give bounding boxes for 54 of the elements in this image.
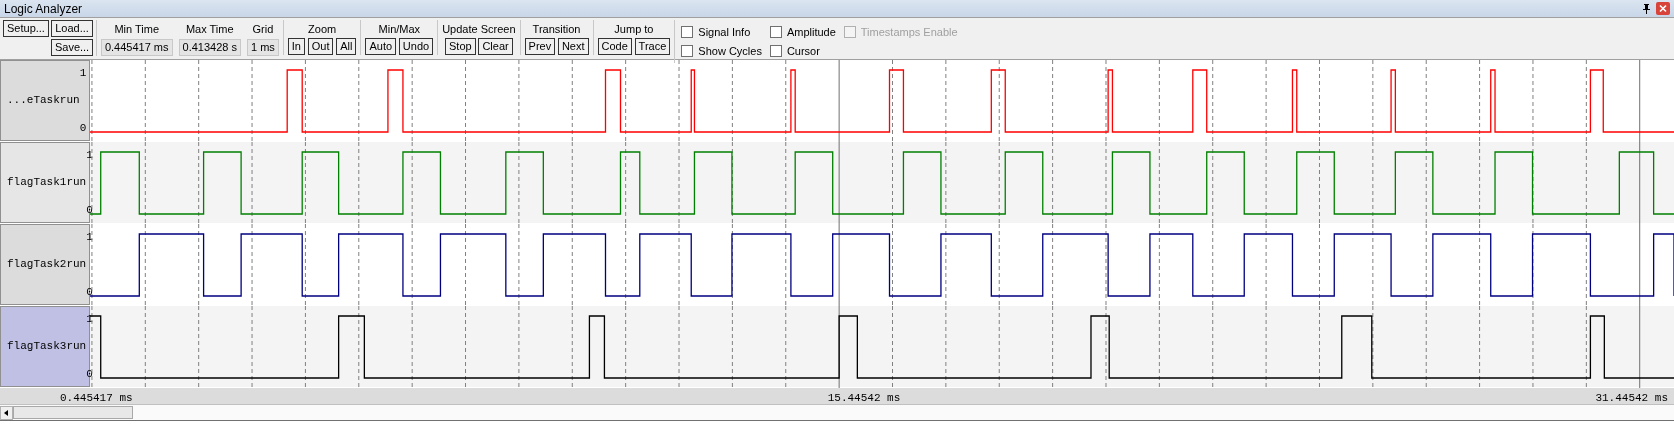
field-label: Max Time: [185, 22, 234, 36]
toolbar-button[interactable]: Setup...: [3, 20, 49, 37]
value-label: 1: [86, 312, 93, 327]
value-field: 1 ms: [246, 38, 279, 56]
scrollbar-thumb[interactable]: [13, 406, 133, 419]
group-label: Min/Max: [378, 22, 421, 36]
toolbar-button[interactable]: Trace: [634, 38, 671, 55]
checkbox-label: Timestamps Enable: [860, 25, 958, 40]
checkbox[interactable]: [681, 44, 694, 57]
toolbar-button[interactable]: Stop: [445, 38, 476, 55]
field-label: Min Time: [114, 22, 160, 36]
time-label: 31.44542 ms: [1595, 391, 1668, 404]
signal-name: ...eTaskrun: [6, 93, 80, 109]
toolbar-button[interactable]: Code: [597, 38, 632, 55]
checkbox[interactable]: [769, 26, 782, 39]
checkbox-label: Signal Info: [698, 25, 751, 40]
scroll-left-icon[interactable]: [0, 405, 13, 420]
group-label: Zoom: [308, 22, 337, 36]
time-label: 0.445417 ms: [60, 391, 133, 404]
value-field: 0.413428 s: [178, 38, 241, 56]
value-label: 1: [86, 230, 93, 245]
group-label: Update Screen: [442, 22, 516, 36]
checkbox-label: Cursor: [786, 43, 820, 59]
toolbar-button[interactable]: Undo: [398, 38, 434, 55]
checkbox-label: Show Cycles: [698, 43, 762, 59]
value-label: 0: [86, 284, 93, 300]
value-label: 0: [86, 366, 93, 382]
field-label: Grid: [252, 22, 274, 36]
close-icon[interactable]: [1656, 2, 1670, 15]
signal-name: flagTask1run: [6, 175, 87, 191]
toolbar-button[interactable]: Out: [307, 38, 334, 55]
checkbox-label: Amplitude: [786, 25, 836, 40]
signal-name: flagTask3run: [6, 339, 87, 355]
value-label: 1: [86, 148, 93, 163]
toolbar-button[interactable]: Load...: [50, 20, 94, 37]
signal-name: flagTask2run: [6, 257, 87, 273]
toolbar-button[interactable]: In: [287, 38, 305, 55]
value-field: 0.445417 ms: [100, 38, 173, 56]
toolbar-button[interactable]: Prev: [524, 38, 556, 55]
toolbar-button[interactable]: Save...: [50, 39, 94, 56]
value-label: 1: [79, 66, 87, 81]
time-label: 15.44542 ms: [827, 391, 901, 404]
checkbox[interactable]: [769, 44, 782, 57]
pin-icon[interactable]: [1641, 3, 1651, 14]
window-title: Logic Analyzer: [4, 0, 83, 18]
checkbox[interactable]: [681, 26, 694, 39]
toolbar-button[interactable]: Next: [557, 38, 589, 55]
group-label: Jump to: [614, 22, 654, 36]
group-label: Transition: [532, 22, 581, 36]
value-label: 0: [86, 202, 93, 218]
toolbar-button[interactable]: All: [336, 38, 357, 55]
toolbar-button[interactable]: Auto: [365, 38, 397, 55]
toolbar-button[interactable]: Clear: [478, 38, 513, 55]
value-label: 0: [79, 120, 87, 136]
